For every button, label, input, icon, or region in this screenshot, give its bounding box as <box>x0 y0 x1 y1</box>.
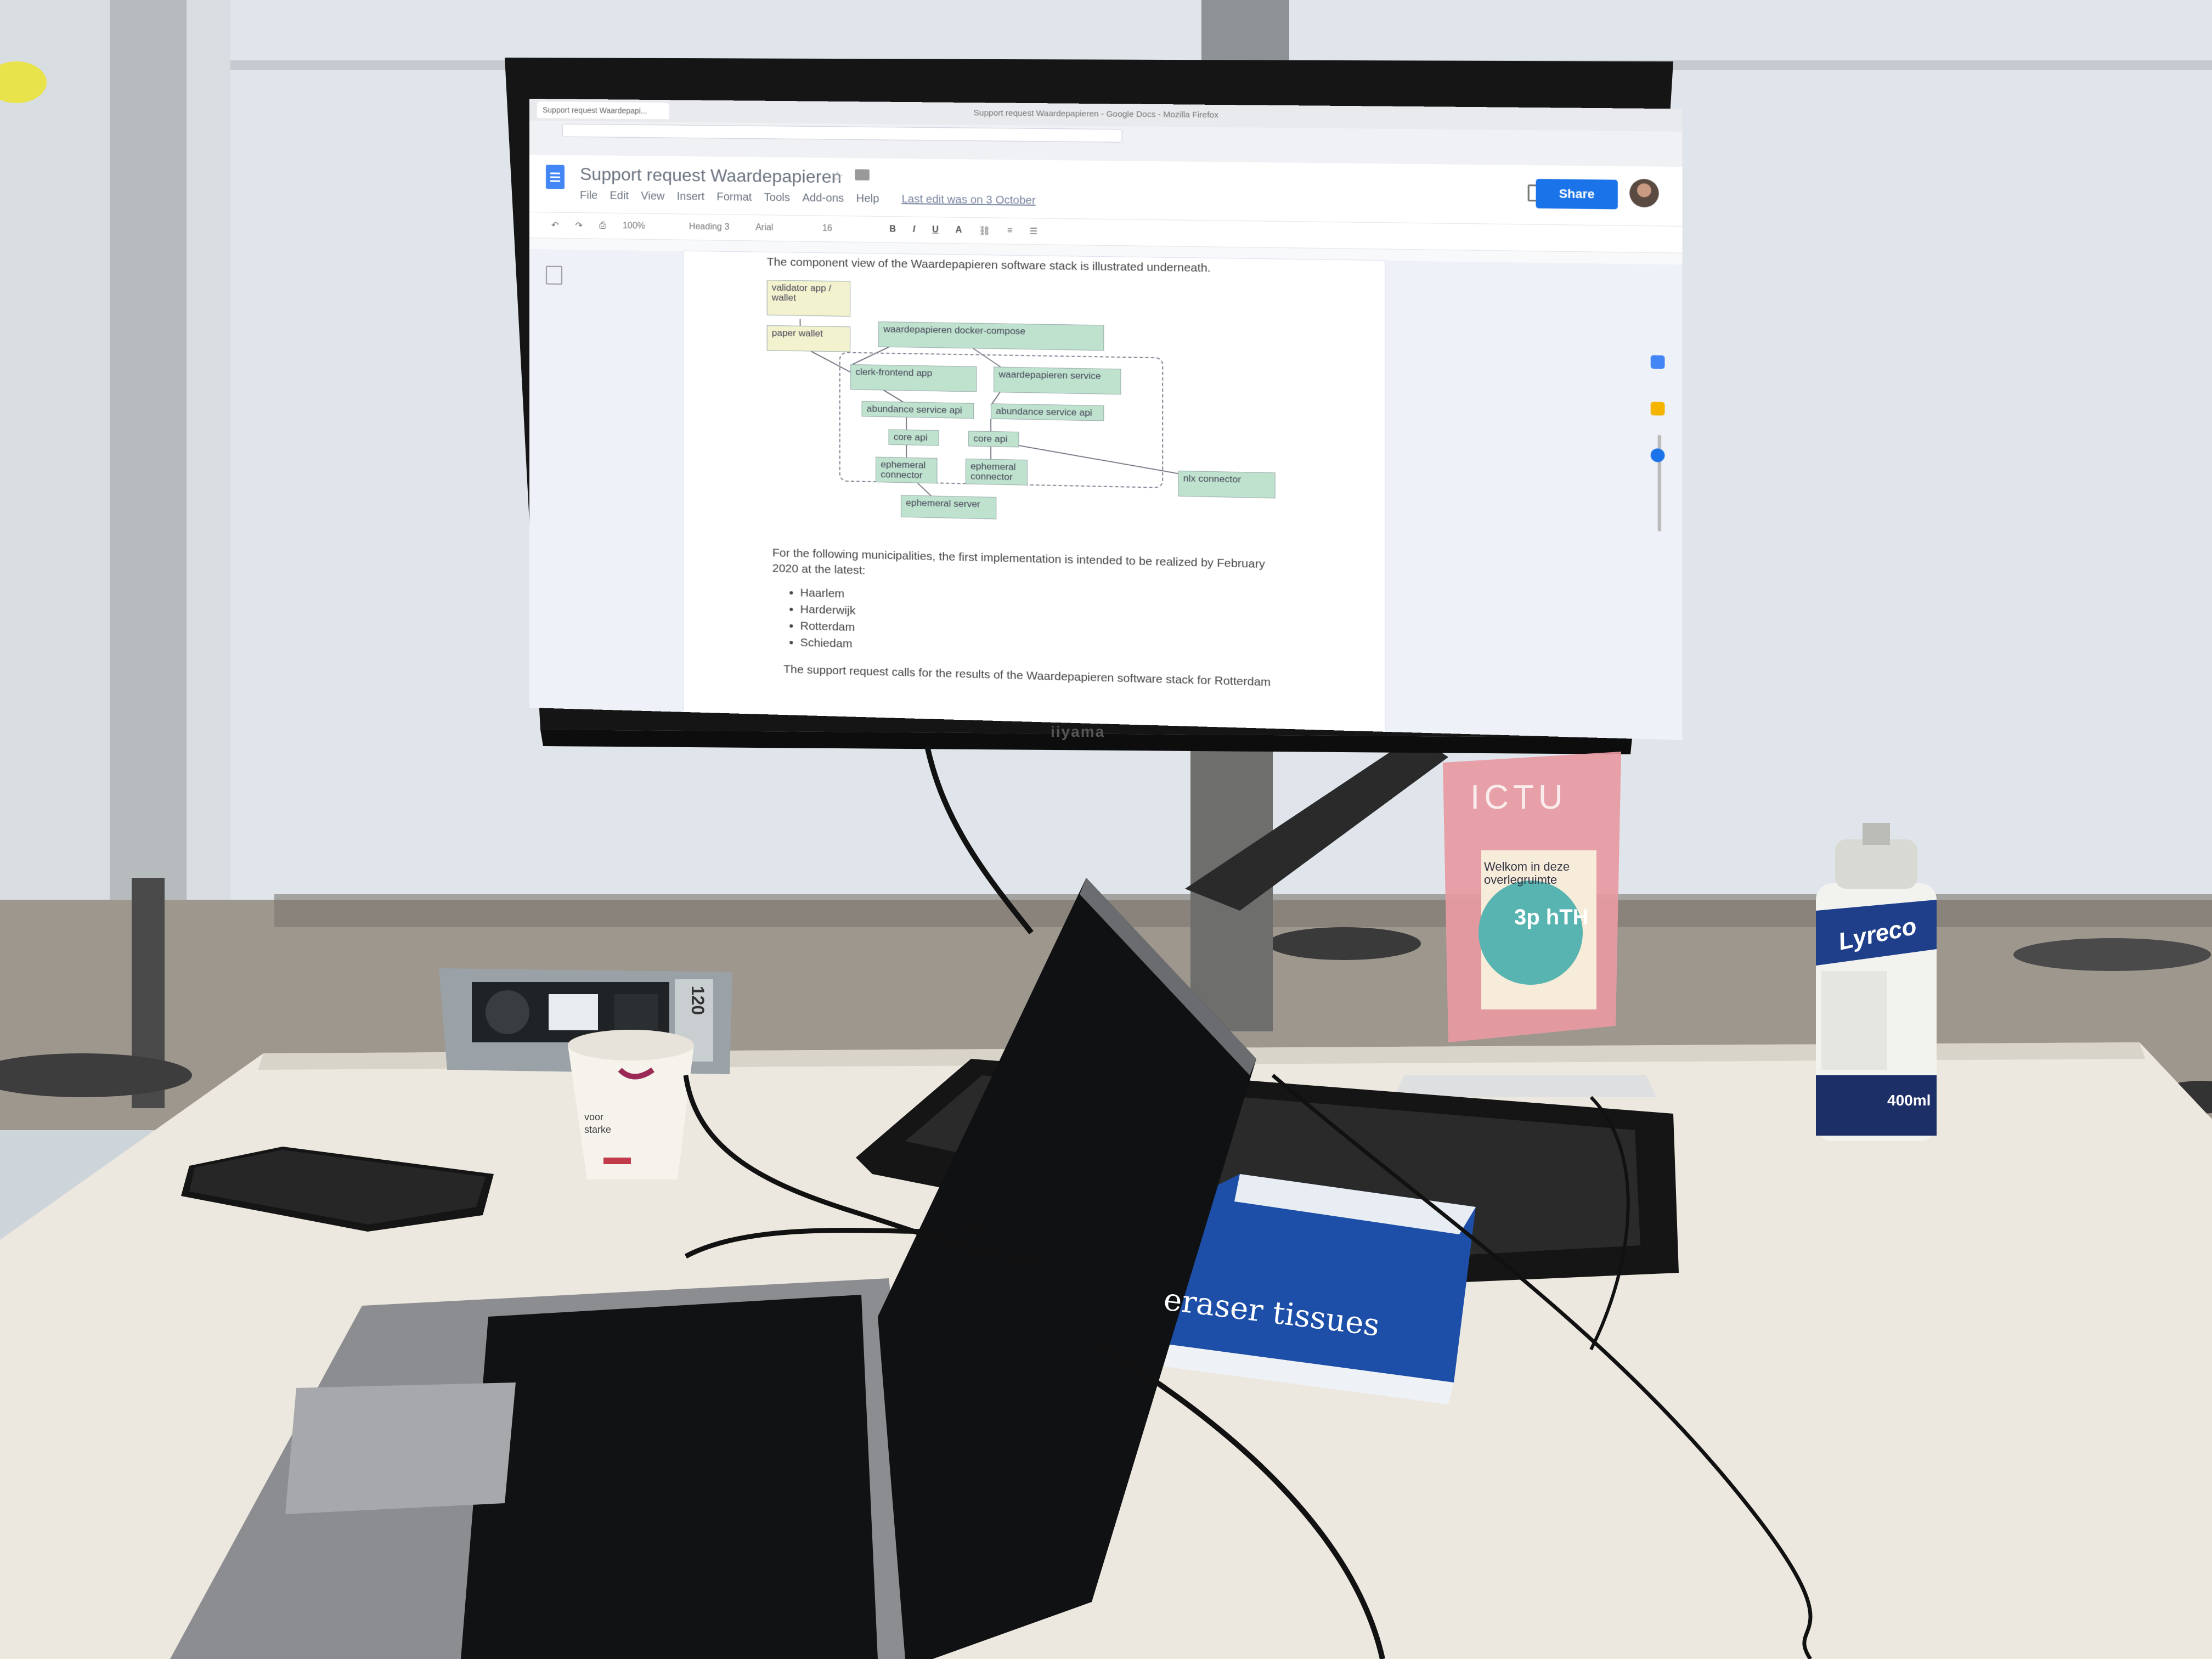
sign-logo-text: 3p hTH <box>1514 905 1589 930</box>
laptop-touchpad <box>285 1383 516 1514</box>
intro-text: The component view of the Waardepapieren… <box>767 256 1211 275</box>
align-icon[interactable]: ≡ <box>1007 226 1013 236</box>
spray-volume-label: 400ml <box>1887 1092 1931 1109</box>
zoom-select[interactable]: 100% <box>623 221 673 232</box>
laptop-keyboard <box>461 1295 878 1659</box>
diagram-node: waardepapieren docker-compose <box>878 321 1104 351</box>
google-docs-icon[interactable] <box>546 165 565 189</box>
menu-help[interactable]: Help <box>856 193 879 206</box>
last-edit-link[interactable]: Last edit was on 3 October <box>901 193 1035 207</box>
menu-view[interactable]: View <box>641 190 664 203</box>
side-panel-icons <box>1651 355 1665 462</box>
list-item: Rotterdam <box>800 618 856 636</box>
style-select[interactable]: Heading 3 <box>689 222 739 233</box>
body-paragraph: For the following municipalities, the fi… <box>772 545 1281 588</box>
diagram-node: waardepapieren service <box>994 366 1121 394</box>
menu-edit[interactable]: Edit <box>610 190 629 202</box>
diagram-node: ephemeral server <box>901 495 996 519</box>
menu-file[interactable]: File <box>580 189 597 202</box>
document-title[interactable]: Support request Waardepapieren <box>580 164 842 188</box>
list-item: Schiedam <box>800 635 856 653</box>
star-icon[interactable]: ☆ <box>831 168 844 185</box>
municipality-list: Haarlem Harderwijk Rotterdam Schiedam <box>789 584 855 652</box>
undo-icon[interactable]: ↶ <box>551 220 558 231</box>
redo-icon[interactable]: ↷ <box>575 220 582 231</box>
print-icon[interactable]: ⎙ <box>599 221 606 231</box>
sign-welcome-text: Welkom in deze overlegruimte <box>1484 860 1570 887</box>
menu-tools[interactable]: Tools <box>764 191 790 205</box>
italic-button[interactable]: I <box>913 225 916 235</box>
sign-title: ICTU <box>1470 778 1567 817</box>
avatar[interactable] <box>1629 179 1659 207</box>
font-select[interactable]: Arial <box>755 223 805 233</box>
diagram-node: core api <box>968 431 1019 447</box>
outline-icon[interactable] <box>546 266 562 284</box>
bold-button[interactable]: B <box>889 224 896 234</box>
share-label: Share <box>1559 187 1594 201</box>
list-item: Haarlem <box>800 585 856 603</box>
monitor-brand-label: iiyama <box>1051 723 1105 741</box>
menu-bar: File Edit View Insert Format Tools Add-o… <box>580 189 1036 207</box>
list-item: Harderwijk <box>800 601 856 619</box>
url-input[interactable] <box>562 124 1122 143</box>
diagram-node: paper wallet <box>767 325 850 352</box>
component-diagram: validator app / wallet paper wallet waar… <box>767 280 1299 546</box>
diagram-node: abundance service api <box>862 401 974 419</box>
folder-icon[interactable] <box>855 169 870 180</box>
diagram-node: abundance service api <box>991 403 1104 421</box>
diagram-node: ephemeral connector <box>966 459 1028 486</box>
diagram-node: nlx connector <box>1178 471 1275 499</box>
diagram-node: ephemeral connector <box>876 457 938 484</box>
menu-format[interactable]: Format <box>716 191 752 204</box>
calendar-icon[interactable] <box>1651 355 1665 369</box>
font-size-select[interactable]: 16 <box>822 224 873 234</box>
window-title: Support request Waardepapieren - Google … <box>529 104 1683 124</box>
text-color-button[interactable]: A <box>956 225 962 235</box>
socket-number-label: 120 <box>687 986 708 1015</box>
svg-text:voor: voor <box>584 1111 603 1122</box>
list-icon[interactable]: ☰ <box>1029 225 1037 237</box>
menu-insert[interactable]: Insert <box>677 190 704 204</box>
document-canvas: The component view of the Waardepapieren… <box>529 249 1683 740</box>
underline-button[interactable]: U <box>932 225 939 235</box>
keep-icon[interactable] <box>1651 402 1665 415</box>
link-icon[interactable]: ⛓ <box>979 225 990 236</box>
diagram-node: clerk-frontend app <box>850 364 977 392</box>
svg-text:starke: starke <box>584 1124 611 1135</box>
tasks-icon[interactable] <box>1651 448 1665 462</box>
monitor-screen: Support request Waardepapi... Support re… <box>529 99 1683 740</box>
body-paragraph-next: The support request calls for the result… <box>783 663 1271 689</box>
document-page[interactable]: The component view of the Waardepapieren… <box>684 251 1385 732</box>
diagram-node: validator app / wallet <box>767 280 850 317</box>
menu-addons[interactable]: Add-ons <box>802 192 844 205</box>
share-button[interactable]: Share <box>1536 179 1618 209</box>
diagram-node: core api <box>889 429 939 445</box>
